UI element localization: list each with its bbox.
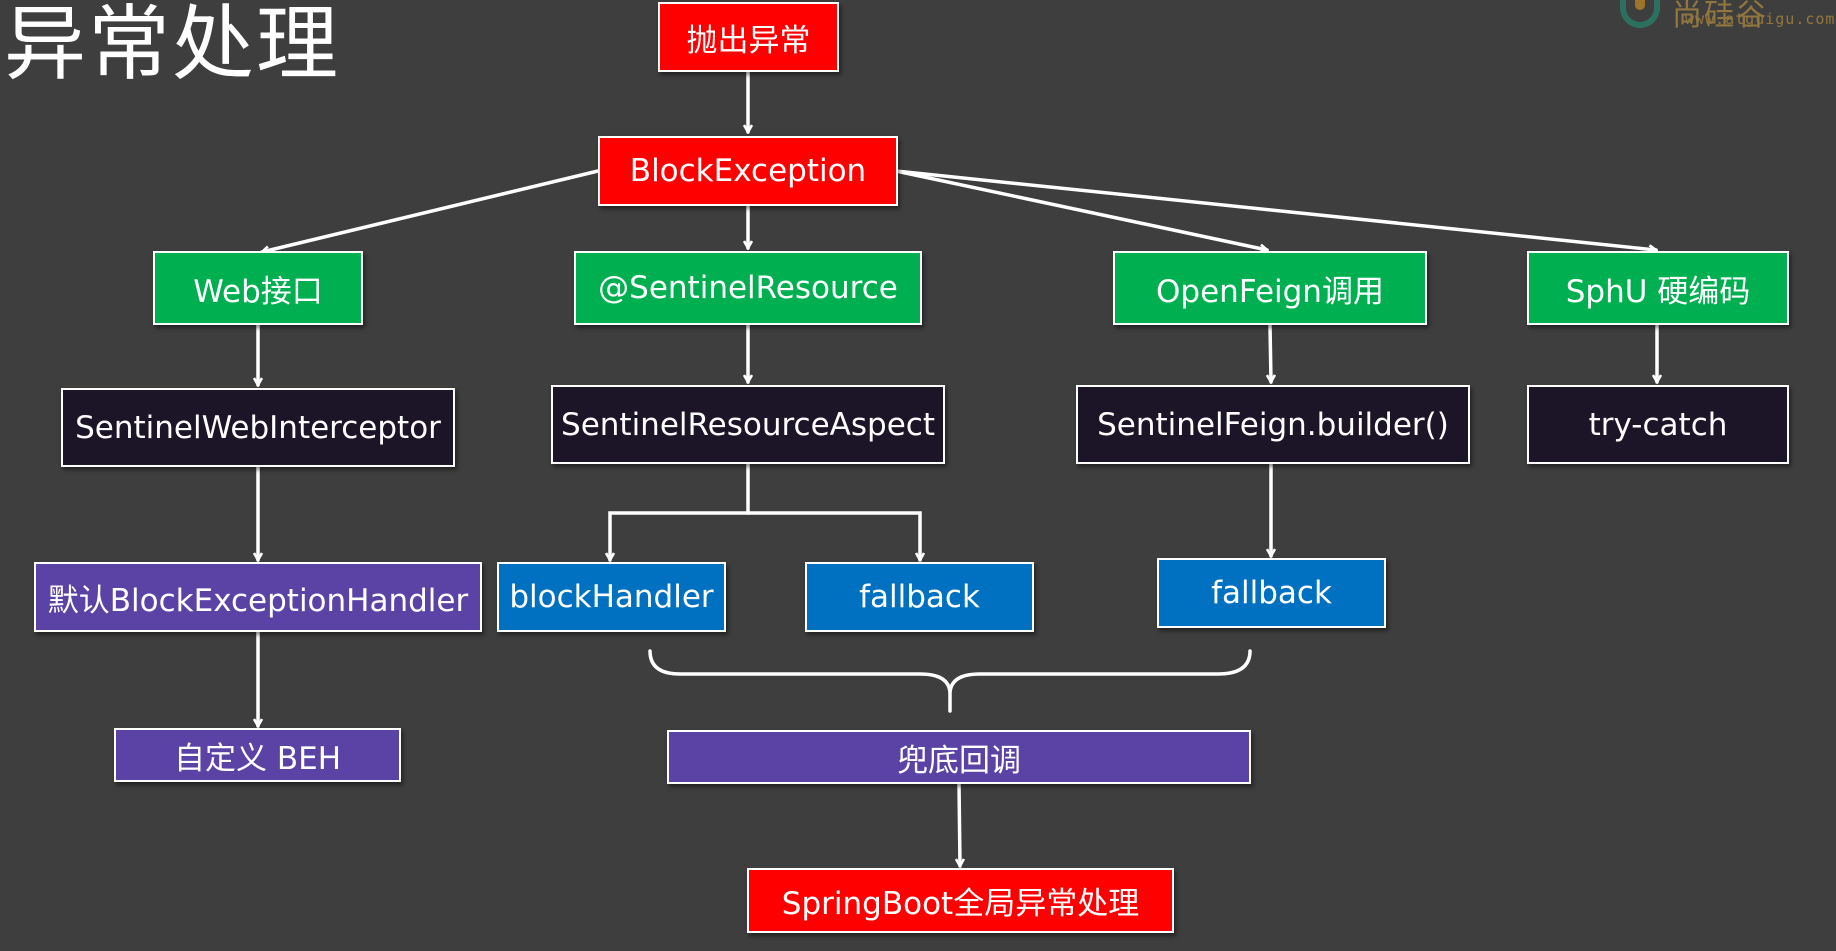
node-sentinel-resource: @SentinelResource <box>574 251 922 325</box>
node-web-interface: Web接口 <box>153 251 363 325</box>
node-custom-beh: 自定义 BEH <box>114 728 401 782</box>
node-sphu: SphU 硬编码 <box>1527 251 1789 325</box>
node-web-interceptor: SentinelWebInterceptor <box>61 388 455 467</box>
arrow-blockexception-to-sphu <box>894 169 1656 250</box>
node-feign-builder: SentinelFeign.builder() <box>1076 385 1470 464</box>
node-fallback-aspect: fallback <box>805 562 1034 632</box>
arrow-callback-to-springboot <box>959 782 960 866</box>
node-try-catch: try-catch <box>1527 385 1789 464</box>
node-block-handler: blockHandler <box>497 562 726 632</box>
brace-fallback-group <box>648 649 1252 713</box>
connector-aspect-split-right <box>746 511 920 560</box>
arrow-blockexception-to-openfeign <box>894 169 1267 250</box>
node-block-exception: BlockException <box>598 136 898 206</box>
node-fallback-feign: fallback <box>1157 558 1386 628</box>
diagram-canvas: 异常处理 尚硅谷 www.atguigu.com 抛出异常 BlockExcep… <box>0 0 1836 951</box>
connector-layer <box>0 70 1836 951</box>
node-openfeign: OpenFeign调用 <box>1113 251 1427 325</box>
node-default-handler: 默认BlockExceptionHandler <box>34 562 482 632</box>
arrow-blockexception-to-web <box>262 169 600 252</box>
arrow-openfeign-to-builder <box>1270 323 1271 382</box>
node-resource-aspect: SentinelResourceAspect <box>551 385 945 464</box>
node-fallback-callback: 兜底回调 <box>667 730 1251 784</box>
node-springboot-handler: SpringBoot全局异常处理 <box>747 868 1174 933</box>
connector-aspect-split <box>610 461 750 560</box>
node-throw-exception: 抛出异常 <box>658 2 839 72</box>
